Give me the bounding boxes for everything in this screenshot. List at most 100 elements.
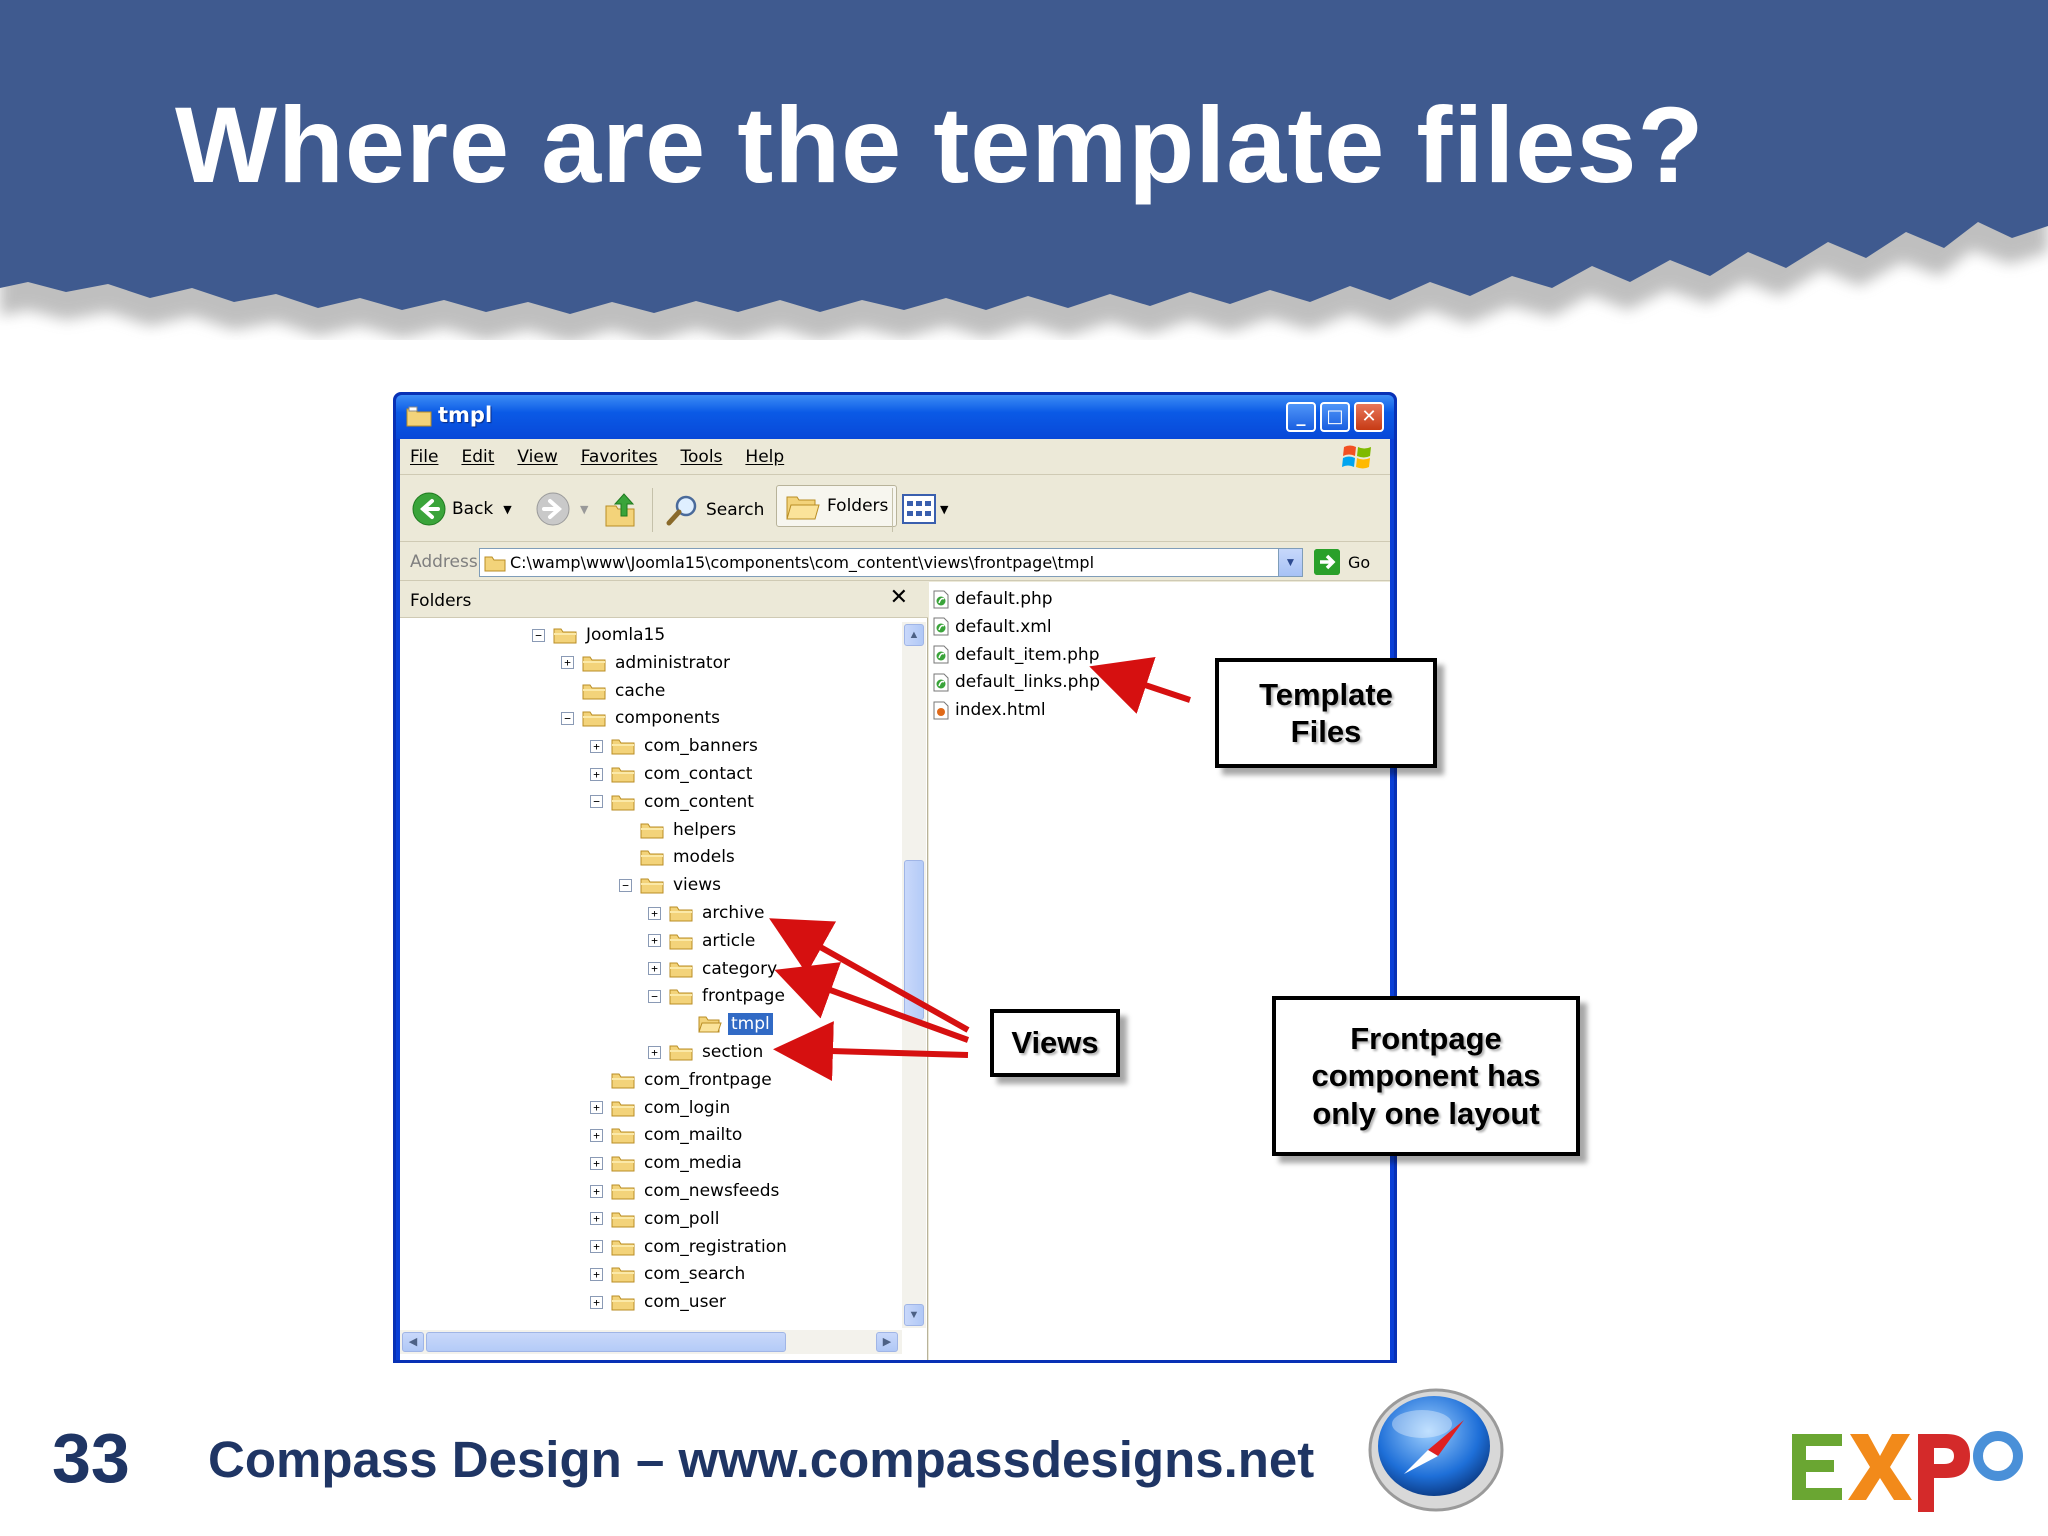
forward-dropdown-icon[interactable]: ▼	[580, 503, 588, 516]
expand-icon[interactable]: +	[648, 1045, 661, 1059]
tree-item-label: com_mailto	[644, 1125, 743, 1146]
folder-up-icon[interactable]	[604, 490, 638, 528]
views-button[interactable]: ▼	[902, 494, 948, 524]
tree-item[interactable]: + com_mailto	[590, 1122, 745, 1148]
expand-icon[interactable]: +	[648, 934, 661, 948]
tree-item[interactable]: + com_newsfeeds	[590, 1178, 782, 1204]
back-dropdown-icon[interactable]: ▼	[503, 503, 511, 516]
windows-logo-icon	[1342, 445, 1371, 469]
expand-icon[interactable]: +	[590, 1156, 603, 1170]
collapse-icon[interactable]: −	[532, 628, 545, 642]
tree-item[interactable]: + com_registration	[590, 1234, 790, 1260]
views-dropdown-icon[interactable]: ▼	[940, 503, 948, 516]
tree-item[interactable]: helpers	[619, 817, 739, 843]
tree-item[interactable]: + com_user	[590, 1289, 729, 1315]
collapse-icon[interactable]: −	[648, 989, 661, 1003]
minimize-button[interactable]: _	[1286, 402, 1316, 432]
expand-icon[interactable]: +	[590, 1295, 603, 1309]
menu-help[interactable]: Help	[745, 447, 784, 467]
horizontal-scrollbar[interactable]: ◀ ▶	[400, 1330, 902, 1354]
tree-item[interactable]: − Joomla15	[532, 622, 668, 648]
vertical-scrollbar[interactable]: ▲ ▼	[902, 622, 926, 1328]
address-input[interactable]: C:\wamp\www\Joomla15\components\com_cont…	[479, 548, 1303, 577]
scroll-thumb[interactable]	[904, 860, 924, 1020]
tree-item-label: tmpl	[728, 1013, 773, 1036]
forward-button[interactable]: ▼	[536, 492, 588, 526]
go-button[interactable]: Go	[1314, 549, 1370, 575]
menu-file[interactable]: File	[410, 447, 438, 467]
horizontal-scroll-thumb[interactable]	[426, 1332, 786, 1352]
back-button[interactable]: Back ▼	[412, 492, 512, 526]
file-item[interactable]: default_links.php	[933, 669, 1100, 695]
expand-icon[interactable]: +	[590, 1128, 603, 1142]
folder-icon	[484, 556, 506, 571]
collapse-icon[interactable]: −	[590, 795, 603, 809]
address-dropdown-icon[interactable]: ▼	[1278, 549, 1302, 576]
expand-icon[interactable]: +	[590, 1212, 603, 1226]
expand-icon[interactable]: +	[590, 767, 603, 781]
tree-item[interactable]: cache	[561, 678, 668, 704]
expand-icon[interactable]: +	[590, 739, 603, 753]
expand-icon[interactable]: +	[648, 962, 661, 976]
expand-icon[interactable]: +	[590, 1267, 603, 1281]
expand-icon[interactable]: +	[590, 1101, 603, 1115]
maximize-button[interactable]: □	[1320, 402, 1350, 432]
window-titlebar[interactable]: tmpl _ □ ✕	[396, 395, 1394, 439]
tree-item-label: views	[673, 875, 722, 896]
folders-icon	[786, 496, 820, 520]
search-button[interactable]: Search	[666, 494, 764, 526]
menu-edit[interactable]: Edit	[461, 447, 494, 467]
tree-item[interactable]: + article	[648, 928, 758, 954]
tree-item[interactable]: + com_contact	[590, 761, 755, 787]
tree-item[interactable]: − views	[619, 872, 724, 898]
menu-bar: File Edit View Favorites Tools Help	[400, 439, 1390, 475]
expand-icon[interactable]: +	[590, 1240, 603, 1254]
scroll-down-icon[interactable]: ▼	[904, 1304, 924, 1326]
folders-button[interactable]: Folders	[776, 485, 898, 527]
tree-item[interactable]: + com_login	[590, 1095, 733, 1121]
tree-item[interactable]: + section	[648, 1039, 766, 1065]
tree-item[interactable]: tmpl	[677, 1011, 773, 1037]
folder-icon	[669, 1045, 693, 1061]
tree-item[interactable]: +com_weblinks	[590, 1317, 766, 1318]
menu-tools[interactable]: Tools	[681, 447, 723, 467]
tree-item[interactable]: − components	[561, 705, 723, 731]
file-item[interactable]: default_item.php	[933, 642, 1099, 668]
folder-icon	[582, 656, 606, 672]
tree-item[interactable]: + com_banners	[590, 733, 761, 759]
folder-icon	[611, 739, 635, 755]
close-pane-icon[interactable]: ✕	[890, 585, 908, 610]
scroll-right-icon[interactable]: ▶	[876, 1332, 898, 1352]
tree-item[interactable]: com_frontpage	[590, 1067, 775, 1093]
file-item[interactable]: default.xml	[933, 614, 1052, 640]
expand-icon[interactable]: +	[561, 656, 574, 670]
collapse-icon[interactable]: −	[561, 711, 574, 725]
tree-item[interactable]: + com_media	[590, 1150, 745, 1176]
expand-icon[interactable]: +	[648, 906, 661, 920]
tree-item[interactable]: + archive	[648, 900, 767, 926]
scroll-left-icon[interactable]: ◀	[402, 1332, 424, 1352]
tree-item-label: com_frontpage	[644, 1069, 772, 1090]
file-item[interactable]: index.html	[933, 697, 1046, 723]
close-button[interactable]: ✕	[1354, 402, 1384, 432]
tree-item[interactable]: − frontpage	[648, 983, 788, 1009]
tree-item[interactable]: + com_poll	[590, 1206, 722, 1232]
scroll-up-icon[interactable]: ▲	[904, 624, 924, 646]
folder-icon	[611, 1240, 635, 1256]
file-item[interactable]: default.php	[933, 586, 1053, 612]
folder-icon	[640, 878, 664, 894]
tree-item[interactable]: − com_content	[590, 789, 757, 815]
tree-item[interactable]: + category	[648, 956, 780, 982]
tree-item[interactable]: + administrator	[561, 650, 733, 676]
menu-view[interactable]: View	[517, 447, 557, 467]
address-bar: Address C:\wamp\www\Joomla15\components\…	[400, 543, 1390, 581]
expand-icon[interactable]: +	[590, 1184, 603, 1198]
window-title: tmpl	[438, 403, 493, 427]
tree-item[interactable]: + com_search	[590, 1261, 748, 1287]
collapse-icon[interactable]: −	[619, 878, 632, 892]
file-name: default_links.php	[955, 672, 1100, 693]
menu-favorites[interactable]: Favorites	[581, 447, 658, 467]
tree-item[interactable]: models	[619, 844, 738, 870]
